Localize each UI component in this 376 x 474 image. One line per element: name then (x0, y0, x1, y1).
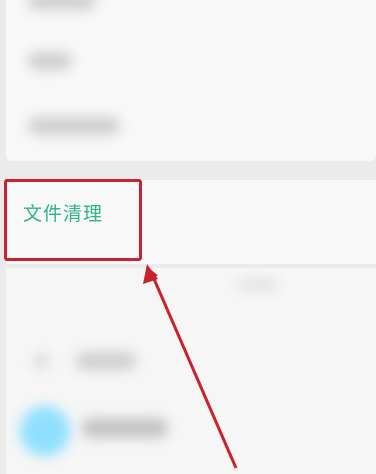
annotation-arrow-icon (143, 264, 238, 469)
